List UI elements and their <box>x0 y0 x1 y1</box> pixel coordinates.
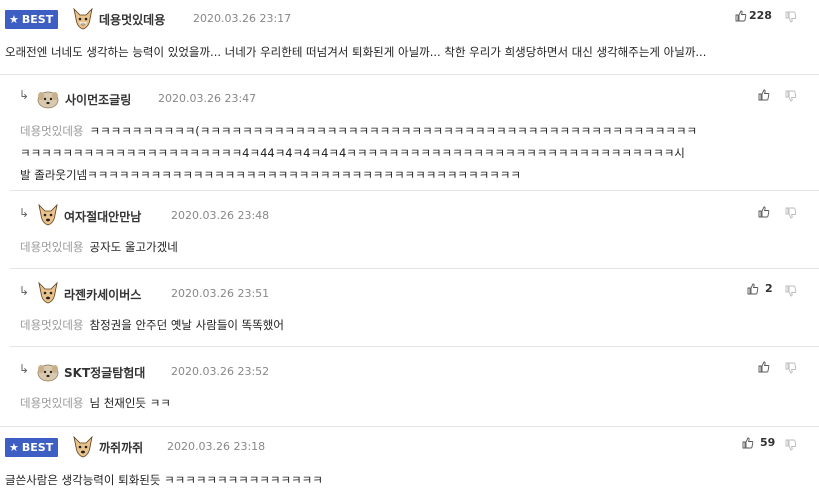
star-icon: ★ <box>9 441 19 454</box>
comment-text: 글쓴사람은 생각능력이 퇴화된듯 ㅋㅋㅋㅋㅋㅋㅋㅋㅋㅋㅋㅋㅋㅋㅋ <box>5 473 323 487</box>
dog-avatar-icon[interactable] <box>71 7 95 31</box>
puppy-avatar-icon[interactable] <box>36 359 60 383</box>
upvote-button[interactable]: 228 <box>735 8 772 22</box>
divider <box>10 268 819 269</box>
thumb-up-icon <box>742 437 754 449</box>
thumb-up-icon <box>758 206 770 218</box>
upvote-button[interactable] <box>758 87 772 101</box>
comment-text: 데용멋있데용 공자도 울고가겠네 <box>20 240 178 254</box>
thumb-down-icon <box>785 439 797 451</box>
upvote-button[interactable]: 2 <box>747 281 773 295</box>
mention-nickname[interactable]: 데용멋있데용 <box>20 124 83 138</box>
divider <box>0 74 819 75</box>
downvote-button[interactable] <box>785 437 797 451</box>
downvote-button[interactable] <box>785 88 797 102</box>
reply-arrow-icon: ↳ <box>19 88 30 102</box>
star-icon: ★ <box>9 13 19 26</box>
comment-nickname[interactable]: 여자절대안만남 <box>64 208 141 225</box>
comment-date: 2020.03.26 23:52 <box>171 365 270 378</box>
thumb-down-icon <box>785 207 797 219</box>
comment-text: 데용멋있데용 님 천재인듯 ㅋㅋ <box>20 396 171 410</box>
comment-nickname[interactable]: 라젠카세이버스 <box>64 286 141 303</box>
thumb-up-icon <box>735 10 747 22</box>
upvote-count: 59 <box>760 436 776 449</box>
comment-nickname[interactable]: 까쥐까쥐 <box>99 439 143 456</box>
comment-text: 데용멋있데용 참정권을 안주던 옛날 사람들이 똑똑했어 <box>20 318 284 332</box>
reply-arrow-icon: ↳ <box>19 206 30 220</box>
downvote-button[interactable] <box>785 205 797 219</box>
comment-nickname[interactable]: 사이먼조글링 <box>65 91 131 108</box>
thumb-up-icon <box>758 361 770 373</box>
comment-date: 2020.03.26 23:47 <box>158 92 257 105</box>
dog-avatar-icon[interactable] <box>36 281 60 305</box>
divider <box>10 190 819 191</box>
mention-nickname[interactable]: 데용멋있데용 <box>20 396 83 410</box>
comment-date: 2020.03.26 23:17 <box>193 12 292 25</box>
downvote-button[interactable] <box>785 360 797 374</box>
comment-text: 오래전엔 너네도 생각하는 능력이 있었을까... 너네가 우리한테 떠넘겨서 … <box>5 45 707 59</box>
thumb-down-icon <box>785 285 797 297</box>
reply-arrow-icon: ↳ <box>19 362 30 376</box>
thumb-down-icon <box>785 11 797 23</box>
mention-nickname[interactable]: 데용멋있데용 <box>20 318 83 332</box>
comment-date: 2020.03.26 23:18 <box>167 440 266 453</box>
thumb-up-icon <box>758 89 770 101</box>
thumb-down-icon <box>785 90 797 102</box>
best-badge: ★ BEST <box>5 438 59 457</box>
downvote-button[interactable] <box>785 9 797 23</box>
comment-date: 2020.03.26 23:48 <box>171 209 270 222</box>
comment-text: 데용멋있데용 ㅋㅋㅋㅋㅋㅋㅋㅋㅋㅋ(ㅋㅋㅋㅋㅋㅋㅋㅋㅋㅋㅋㅋㅋㅋㅋㅋㅋㅋㅋㅋㅋㅋㅋ… <box>20 124 698 182</box>
upvote-button[interactable] <box>758 204 772 218</box>
thumb-down-icon <box>785 362 797 374</box>
divider <box>10 346 819 347</box>
upvote-count: 228 <box>749 9 772 22</box>
comment-date: 2020.03.26 23:51 <box>171 287 270 300</box>
thumb-up-icon <box>747 283 759 295</box>
upvote-button[interactable] <box>758 359 772 373</box>
mention-nickname[interactable]: 데용멋있데용 <box>20 240 83 254</box>
reply-arrow-icon: ↳ <box>19 284 30 298</box>
comment-nickname[interactable]: SKT정글탐험대 <box>64 364 145 381</box>
upvote-count: 2 <box>765 282 773 295</box>
downvote-button[interactable] <box>785 283 797 297</box>
comment-nickname[interactable]: 데용멋있데용 <box>99 11 165 28</box>
divider <box>0 426 819 427</box>
dog-avatar-icon[interactable] <box>36 203 60 227</box>
dog-avatar-icon[interactable] <box>71 435 95 459</box>
puppy-avatar-icon[interactable] <box>36 86 60 110</box>
best-badge: ★ BEST <box>5 10 59 29</box>
upvote-button[interactable]: 59 <box>742 435 775 449</box>
